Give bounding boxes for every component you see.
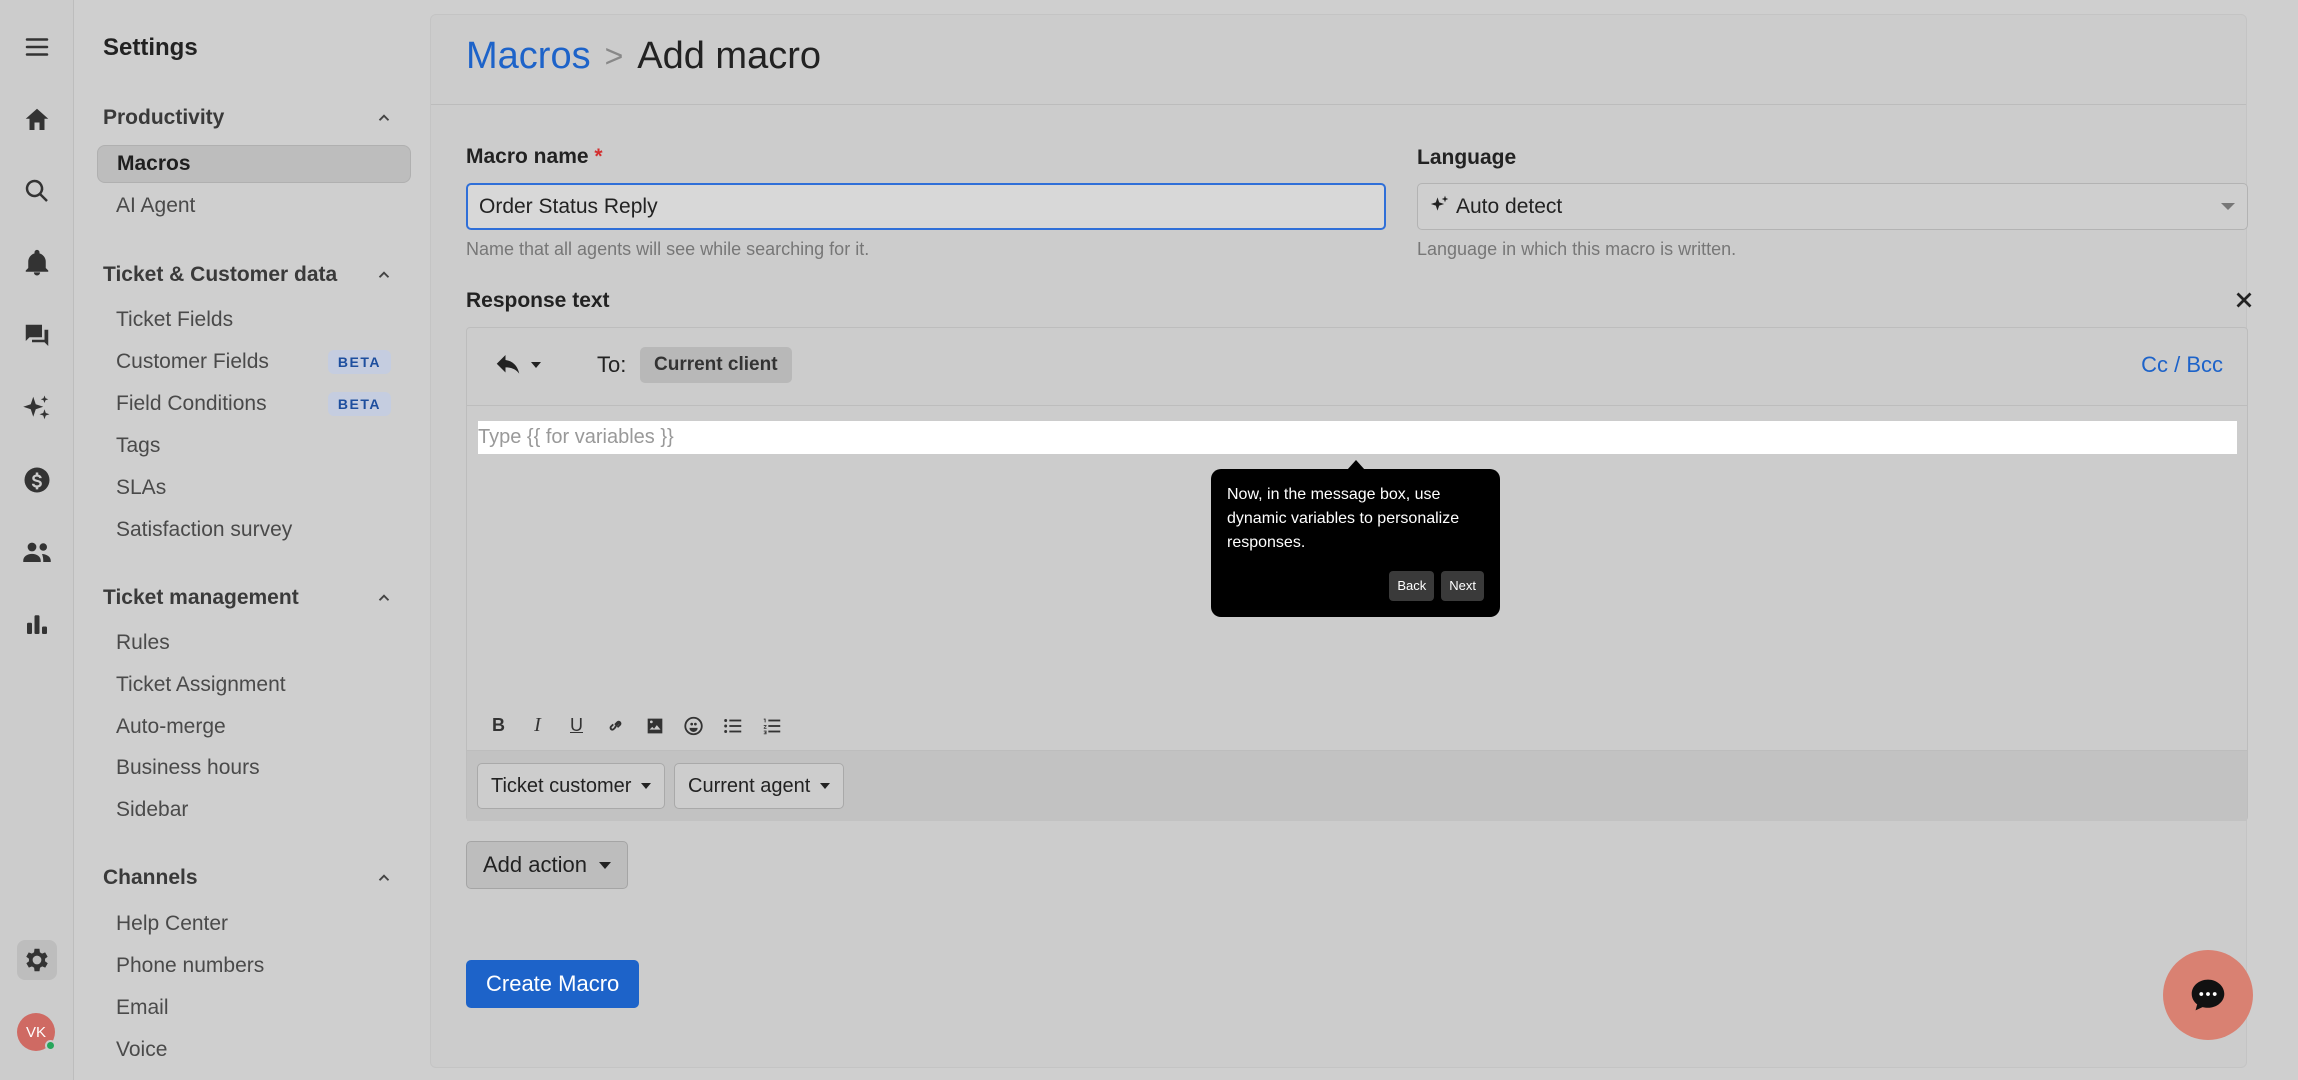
emoji-icon[interactable] <box>682 714 705 737</box>
section-ticket-customer-data[interactable]: Ticket & Customer data <box>103 263 393 287</box>
bulleted-list-icon[interactable] <box>721 714 744 737</box>
italic-icon[interactable]: I <box>526 714 549 737</box>
chevron-down-icon <box>2221 203 2235 210</box>
chevron-up-icon <box>375 109 393 127</box>
tooltip-text: Now, in the message box, use dynamic var… <box>1227 486 1460 551</box>
beta-badge: BETA <box>327 392 391 416</box>
sidebar-item-ticket-assignment[interactable]: Ticket Assignment <box>97 666 411 704</box>
dollar-icon[interactable] <box>17 460 57 500</box>
sidebar-item-voice[interactable]: Voice <box>97 1031 411 1069</box>
language-select[interactable]: Auto detect <box>1417 183 2248 230</box>
editor-recipient-bar: To: Current client Cc / Bcc <box>467 328 2247 406</box>
chat-launcher-button[interactable] <box>2163 950 2253 1040</box>
section-productivity[interactable]: Productivity <box>103 106 393 130</box>
sparkle-icon[interactable] <box>17 388 57 428</box>
response-text-label: Response text <box>466 289 610 312</box>
macro-name-input[interactable]: Order Status Reply <box>466 183 1386 230</box>
recipient-chip[interactable]: Current client <box>640 347 792 383</box>
bold-icon[interactable]: B <box>487 714 510 737</box>
tooltip-next-button[interactable]: Next <box>1441 571 1484 601</box>
settings-sidebar: Settings Productivity Macros AI Agent Ti… <box>75 0 426 1080</box>
formatting-toolbar: B I U <box>487 714 783 737</box>
breadcrumb-macros-link[interactable]: Macros <box>466 35 591 78</box>
reply-type-dropdown[interactable] <box>493 350 541 380</box>
avatar-initials: VK <box>25 1023 46 1041</box>
breadcrumb-separator: > <box>604 38 624 74</box>
sidebar-item-satisfaction-survey[interactable]: Satisfaction survey <box>97 511 411 549</box>
breadcrumb: Macros > Add macro <box>466 35 821 78</box>
section-channels[interactable]: Channels <box>103 866 393 890</box>
sidebar-item-help-center[interactable]: Help Center <box>97 905 411 943</box>
sidebar-item-ticket-fields[interactable]: Ticket Fields <box>97 301 411 339</box>
sparkle-icon <box>1430 194 1450 220</box>
language-help: Language in which this macro is written. <box>1417 239 1737 259</box>
sidebar-item-tags[interactable]: Tags <box>97 427 411 465</box>
add-action-button[interactable]: Add action <box>466 841 628 889</box>
search-icon[interactable] <box>17 171 57 211</box>
sidebar-item-field-conditions[interactable]: Field Conditions BETA <box>97 385 411 423</box>
onboarding-tooltip: Now, in the message box, use dynamic var… <box>1211 460 1500 617</box>
language-label: Language <box>1417 146 1517 169</box>
create-macro-button[interactable]: Create Macro <box>466 960 640 1008</box>
avatar[interactable]: VK <box>17 1013 56 1051</box>
current-agent-dropdown[interactable]: Current agent <box>674 763 845 809</box>
numbered-list-icon[interactable] <box>760 714 783 737</box>
chevron-up-icon <box>375 869 393 887</box>
gear-icon[interactable] <box>17 940 57 980</box>
required-mark: * <box>594 145 603 168</box>
chat-bubble-icon <box>2191 979 2225 1011</box>
people-icon[interactable] <box>17 532 57 572</box>
sidebar-item-email[interactable]: Email <box>97 989 411 1027</box>
chevron-up-icon <box>375 266 393 284</box>
reply-icon <box>496 355 520 374</box>
to-label: To: <box>597 352 627 377</box>
sidebar-item-sidebar[interactable]: Sidebar <box>97 791 411 829</box>
sidebar-item-slas[interactable]: SLAs <box>97 469 411 507</box>
variables-bar: Ticket customer Current agent <box>467 750 2247 821</box>
message-input[interactable]: Type {{ for variables }} <box>478 421 2237 454</box>
chevron-up-icon <box>375 589 393 607</box>
chat-icon[interactable] <box>17 316 57 356</box>
chevron-down-icon <box>531 362 541 368</box>
beta-badge: BETA <box>327 350 391 374</box>
sidebar-item-macros[interactable]: Macros <box>97 145 411 183</box>
online-status-dot <box>45 1040 56 1051</box>
chevron-down-icon <box>598 861 611 869</box>
link-icon[interactable] <box>604 714 627 737</box>
macro-name-label: Macro name * <box>466 145 603 168</box>
page-title: Add macro <box>637 35 822 77</box>
sidebar-item-customer-fields[interactable]: Customer Fields BETA <box>97 343 411 381</box>
image-icon[interactable] <box>643 714 666 737</box>
sidebar-title: Settings <box>103 34 198 61</box>
icon-rail: VK <box>0 0 74 1080</box>
macro-name-help: Name that all agents will see while sear… <box>466 239 870 259</box>
sidebar-item-rules[interactable]: Rules <box>97 624 411 662</box>
close-icon[interactable] <box>2231 287 2257 313</box>
tooltip-back-button[interactable]: Back <box>1389 571 1435 601</box>
cc-bcc-link[interactable]: Cc / Bcc <box>2141 352 2223 378</box>
section-ticket-management[interactable]: Ticket management <box>103 586 393 610</box>
sidebar-item-business-hours[interactable]: Business hours <box>97 749 411 787</box>
sidebar-item-auto-merge[interactable]: Auto-merge <box>97 708 411 746</box>
sidebar-item-phone-numbers[interactable]: Phone numbers <box>97 947 411 985</box>
underline-icon[interactable]: U <box>565 714 588 737</box>
home-icon[interactable] <box>17 100 57 140</box>
sidebar-item-ai-agent[interactable]: AI Agent <box>97 187 411 225</box>
chart-icon[interactable] <box>17 604 57 644</box>
chevron-down-icon <box>820 783 831 789</box>
bell-icon[interactable] <box>17 243 57 283</box>
page-header: Macros > Add macro <box>431 15 2246 105</box>
chevron-down-icon <box>641 783 652 789</box>
ticket-customer-dropdown[interactable]: Ticket customer <box>477 763 666 809</box>
menu-icon[interactable] <box>17 27 57 67</box>
